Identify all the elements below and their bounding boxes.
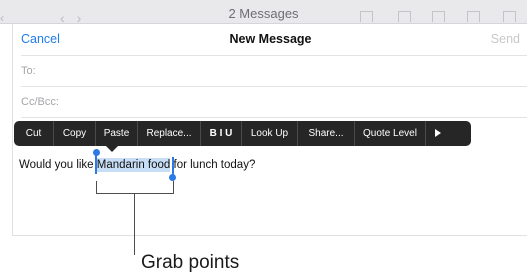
compose-icon xyxy=(503,11,516,22)
menu-look-up[interactable]: Look Up xyxy=(242,121,298,146)
selected-text[interactable]: Mandarin food xyxy=(96,158,171,172)
callout-leader-line xyxy=(134,193,135,255)
start-grab-handle[interactable] xyxy=(95,153,97,174)
message-text-before: Would you like xyxy=(19,159,97,171)
ccbcc-label: Cc/Bcc: xyxy=(21,96,59,108)
callout-bracket-bottom xyxy=(96,193,174,194)
compose-header: Cancel New Message Send xyxy=(13,24,527,55)
play-triangle-icon xyxy=(434,129,441,138)
edit-menu: Cut Copy Paste Replace... B I U Look Up … xyxy=(14,121,471,146)
menu-quote-level[interactable]: Quote Level xyxy=(355,121,426,146)
menu-replace[interactable]: Replace... xyxy=(138,121,201,146)
menu-pointer xyxy=(106,146,118,152)
trash-icon xyxy=(432,11,445,22)
message-body[interactable]: Would you like Mandarin food for lunch t… xyxy=(19,158,255,173)
flag-icon xyxy=(360,11,373,22)
menu-cut[interactable]: Cut xyxy=(14,121,54,146)
background-toolbar: ‹ ‹› 2 Messages xyxy=(0,0,527,25)
to-field[interactable]: To: xyxy=(21,55,527,86)
menu-paste[interactable]: Paste xyxy=(96,121,138,146)
folder-icon xyxy=(398,11,411,22)
message-text-after: for lunch today? xyxy=(170,159,256,171)
ccbcc-field[interactable]: Cc/Bcc: xyxy=(21,86,527,117)
callout-label: Grab points xyxy=(141,252,240,273)
end-grab-handle-dot[interactable] xyxy=(169,174,176,181)
menu-share[interactable]: Share... xyxy=(298,121,355,146)
background-window-title: 2 Messages xyxy=(228,6,299,21)
menu-more[interactable] xyxy=(426,121,449,146)
callout-bracket-right xyxy=(173,181,174,194)
menu-biu[interactable]: B I U xyxy=(201,121,242,146)
send-button[interactable]: Send xyxy=(491,32,520,46)
reply-icon xyxy=(467,11,480,22)
divider xyxy=(21,117,527,118)
compose-title: New Message xyxy=(229,32,312,46)
menu-copy[interactable]: Copy xyxy=(54,121,96,146)
to-label: To: xyxy=(21,65,36,77)
